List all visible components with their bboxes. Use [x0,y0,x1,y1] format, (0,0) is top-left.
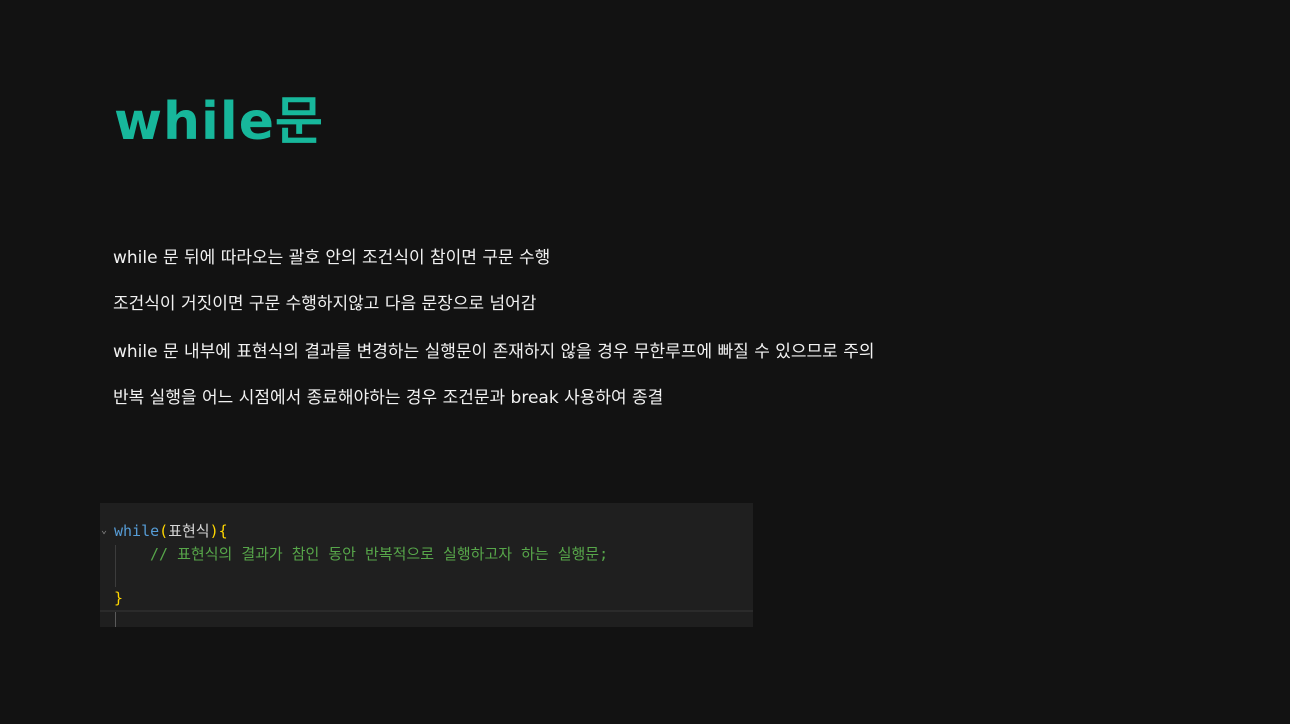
code-line-while: while(표현식){ [114,520,228,542]
code-line-close: } [114,587,123,609]
fold-chevron-icon[interactable]: ⌄ [101,524,107,538]
description-line-4: 반복 실행을 어느 시점에서 종료해야하는 경우 조건문과 break 사용하여… [113,388,664,408]
code-keyword-while: while [114,522,160,540]
page-title: while문 [114,92,324,152]
description-line-3: while 문 내부에 표현식의 결과를 변경하는 실행문이 존재하지 않을 경… [113,342,875,362]
code-close-paren-brace: ){ [209,522,228,540]
current-line-highlight [100,610,753,612]
code-condition: 표현식 [168,522,210,540]
code-line-comment: // 표현식의 결과가 참인 동안 반복적으로 실행하고자 하는 실행문; [150,543,608,565]
text-caret [115,612,116,627]
code-block[interactable]: ⌄ while(표현식){ // 표현식의 결과가 참인 동안 반복적으로 실행… [100,503,753,627]
code-comment: // 표현식의 결과가 참인 동안 반복적으로 실행하고자 하는 실행문; [150,545,609,563]
description-line-2: 조건식이 거짓이면 구문 수행하지않고 다음 문장으로 넘어감 [113,294,537,314]
code-open-paren: ( [159,522,169,540]
description-line-1: while 문 뒤에 따라오는 괄호 안의 조건식이 참이면 구문 수행 [113,248,551,268]
indent-guide [115,545,116,587]
code-close-brace: } [114,589,124,607]
